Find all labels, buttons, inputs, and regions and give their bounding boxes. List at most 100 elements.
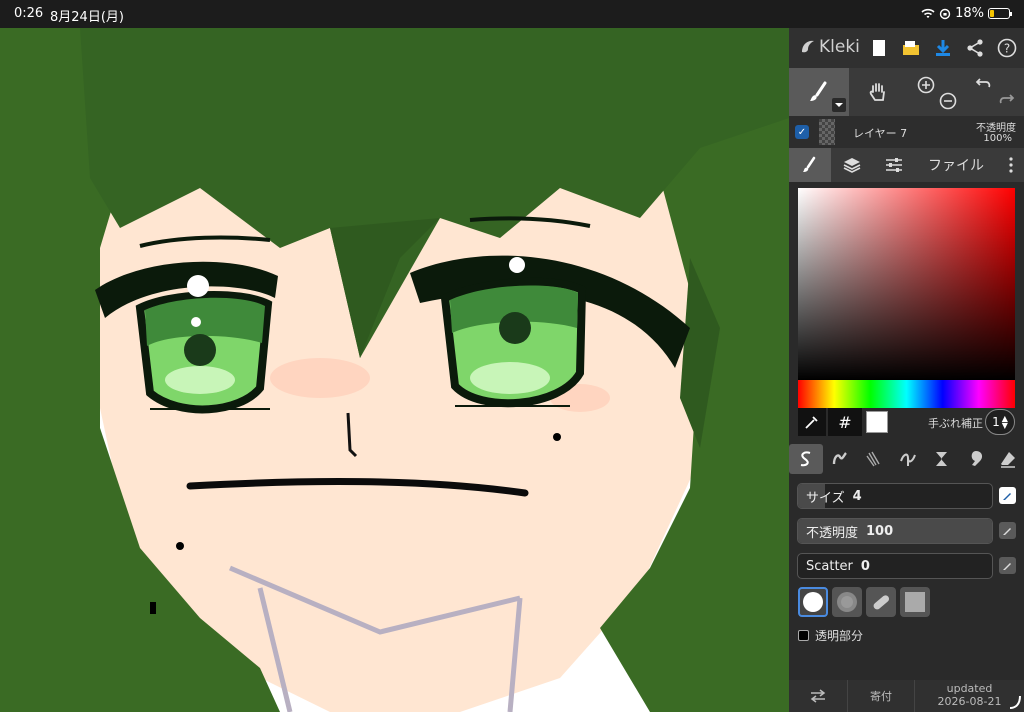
- hue-slider[interactable]: [798, 380, 1015, 408]
- zoom-out-icon[interactable]: [939, 92, 957, 110]
- pen-brush-button[interactable]: [789, 444, 823, 474]
- open-folder-icon[interactable]: [899, 36, 923, 60]
- tab-layers[interactable]: [831, 148, 873, 182]
- app-logo: Kleki: [799, 37, 860, 57]
- zoom-in-icon[interactable]: [917, 76, 935, 94]
- layer-opacity-label: 不透明度: [976, 123, 1016, 134]
- opacity-pressure-toggle[interactable]: [999, 522, 1016, 539]
- new-file-icon[interactable]: [867, 36, 891, 60]
- tab-brush[interactable]: [789, 148, 831, 182]
- brush-type-row: [789, 444, 1024, 474]
- status-time: 0:26: [14, 6, 44, 21]
- square-tip-button[interactable]: [900, 587, 930, 617]
- opacity-slider[interactable]: 不透明度 100: [797, 518, 993, 544]
- drawing-canvas[interactable]: [0, 28, 789, 712]
- app-name: Kleki: [819, 37, 860, 57]
- panel-tabs: ファイル: [789, 148, 1024, 182]
- soft-tip-button[interactable]: [832, 587, 862, 617]
- bottom-bar: 寄付 updated 2026-08-21: [789, 680, 1024, 712]
- side-panel: Kleki ? ✓ レイヤー 7 不透明度 100% ファイル # 手ぶれ補正 …: [789, 28, 1024, 712]
- battery-icon: [988, 8, 1012, 19]
- sketchy-brush-icon: [866, 451, 880, 467]
- brush-icon: [803, 156, 816, 172]
- status-bar: 0:26 8月24日(月) 18%: [0, 0, 1024, 28]
- size-label: サイズ: [806, 490, 845, 506]
- share-icon[interactable]: [963, 36, 987, 60]
- scatter-slider[interactable]: Scatter 0: [797, 553, 993, 579]
- tool-row: [789, 68, 1024, 116]
- tab-file[interactable]: ファイル: [915, 148, 997, 182]
- more-menu-icon[interactable]: [997, 148, 1024, 182]
- scatter-label: Scatter: [806, 558, 853, 574]
- scatter-value: 0: [860, 558, 870, 574]
- chevron-down-icon[interactable]: [832, 98, 846, 112]
- status-right: 18%: [921, 6, 1012, 21]
- zoom-buttons: [907, 68, 965, 116]
- transparent-lock-row[interactable]: 透明部分: [798, 627, 863, 644]
- battery-percent: 18%: [955, 6, 984, 21]
- blend-brush-button[interactable]: [823, 444, 857, 474]
- eraser-icon: [1001, 452, 1015, 468]
- hex-input-button[interactable]: #: [828, 408, 862, 436]
- chemy-brush-button[interactable]: [925, 444, 959, 474]
- pen-icon: [1003, 528, 1011, 535]
- brush-icon: [810, 81, 827, 101]
- donate-link[interactable]: 寄付: [847, 680, 915, 712]
- layer-opacity-value: 100%: [983, 133, 1012, 144]
- circle-tip-icon: [803, 592, 823, 612]
- hand-tool-button[interactable]: [849, 68, 907, 116]
- chisel-tip-button[interactable]: [866, 587, 896, 617]
- sliders-icon: [886, 158, 902, 172]
- size-slider[interactable]: サイズ 4: [797, 483, 993, 509]
- eraser-button[interactable]: [991, 444, 1024, 474]
- transparent-lock-checkbox[interactable]: [798, 630, 809, 641]
- layer-name: レイヤー 7: [853, 127, 908, 140]
- wifi-icon: [921, 8, 935, 18]
- hand-icon: [869, 83, 885, 101]
- size-pressure-toggle[interactable]: [999, 487, 1016, 504]
- eyedropper-button[interactable]: [798, 408, 826, 436]
- top-toolbar: Kleki ?: [789, 28, 1024, 68]
- pen-brush-icon: [800, 451, 811, 467]
- layers-icon: [843, 158, 861, 173]
- help-icon[interactable]: ?: [995, 36, 1019, 60]
- download-icon[interactable]: [931, 36, 955, 60]
- resize-corner-icon: [1009, 695, 1021, 709]
- layer-thumbnail: [819, 119, 835, 145]
- artwork: [0, 28, 789, 712]
- redo-icon[interactable]: [997, 92, 1015, 110]
- transparent-lock-label: 透明部分: [815, 629, 864, 643]
- tab-adjust[interactable]: [873, 148, 915, 182]
- blend-brush-icon: [832, 452, 847, 465]
- kleki-logo-icon: [802, 40, 814, 53]
- svg-text:?: ?: [1004, 42, 1010, 56]
- round-tip-button[interactable]: [798, 587, 828, 617]
- size-value: 4: [852, 488, 862, 504]
- current-color-swatch[interactable]: [866, 411, 888, 433]
- stabilizer-value: 1: [992, 415, 1000, 429]
- stabilizer-select[interactable]: 1 ▲ ▼: [985, 409, 1015, 435]
- pixel-brush-button[interactable]: [891, 444, 925, 474]
- undo-redo-buttons: [965, 68, 1024, 116]
- stepper-icon: ▲ ▼: [1001, 414, 1008, 430]
- brush-tool-button[interactable]: [789, 68, 849, 116]
- orientation-lock-icon: [939, 8, 951, 19]
- smudge-brush-button[interactable]: [959, 444, 993, 474]
- layer-row[interactable]: ✓ レイヤー 7 不透明度 100%: [789, 116, 1024, 148]
- status-date: 8月24日(月): [50, 10, 124, 25]
- square-tip-icon: [905, 592, 925, 612]
- scatter-pressure-toggle[interactable]: [999, 557, 1016, 574]
- pen-icon: [1003, 563, 1011, 570]
- layer-visibility-checkbox[interactable]: ✓: [795, 125, 809, 139]
- pixel-brush-icon: [900, 453, 916, 466]
- smudge-brush-icon: [971, 451, 983, 466]
- color-saturation-picker[interactable]: [798, 188, 1015, 380]
- stabilizer-label: 手ぶれ補正: [928, 417, 983, 430]
- pen-icon: [1003, 493, 1011, 500]
- sketchy-brush-button[interactable]: [857, 444, 891, 474]
- undo-icon[interactable]: [975, 76, 993, 94]
- opacity-value: 100: [866, 523, 894, 539]
- chisel-tip-icon: [873, 595, 890, 610]
- eyedropper-icon: [805, 416, 818, 429]
- swap-side-button[interactable]: [789, 680, 847, 712]
